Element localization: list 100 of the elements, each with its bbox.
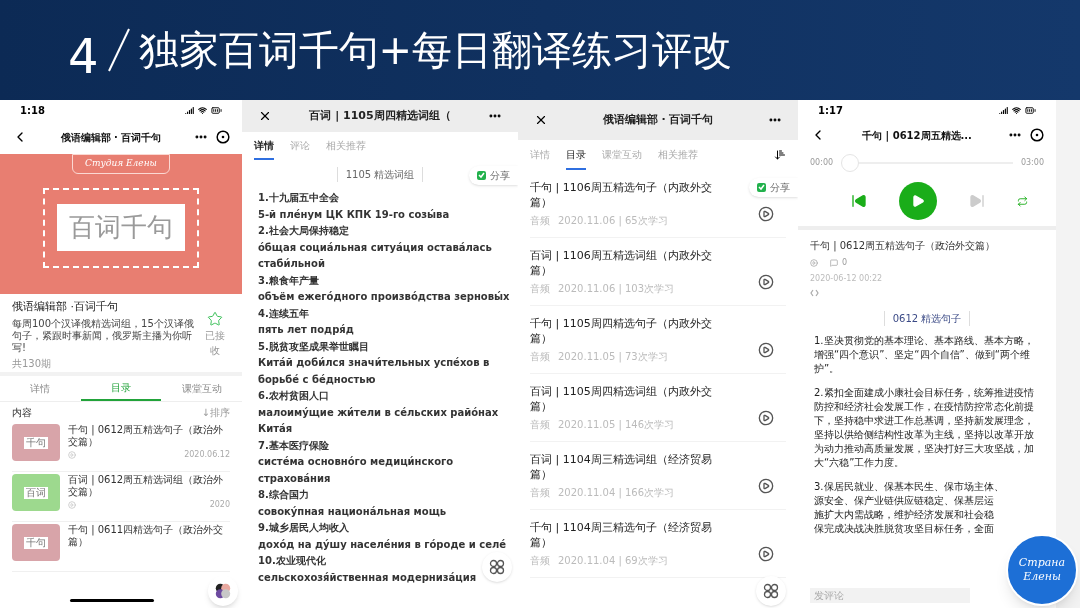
glossary-line: малоиму́щие жи́тели в се́льских райо́нах bbox=[258, 405, 499, 420]
glossary-line: 5.脱贫攻坚成果举世瞩目 bbox=[258, 339, 369, 354]
episode-meta: 2020.11.04 | 69次学习 bbox=[558, 553, 668, 568]
slide-number: 4 bbox=[68, 27, 99, 86]
episode-meta: 2020.11.04 | 166次学习 bbox=[558, 485, 675, 500]
episode-item[interactable]: 千句 千句 | 0611四精选句子（政治外交篇） bbox=[12, 522, 230, 572]
sentence-line: 源安全、保产业链供应链稳定、保基层运 bbox=[814, 494, 994, 508]
thumbnail-label: 百词 bbox=[24, 486, 48, 499]
sentence-line: 施扩大内需战略，维护经济发展和社会稳 bbox=[814, 508, 994, 522]
play-icon[interactable] bbox=[758, 477, 774, 494]
play-button[interactable] bbox=[898, 182, 937, 220]
sentence-paragraph: 1.坚决贯彻党的基本理论、基本路线、基本方略，增强“四个意识”、坚定“四个自信”、做到“两个维护”。 bbox=[814, 334, 1035, 376]
episode-title: 千句 | 1106周五精选句子（内政外交篇） bbox=[530, 179, 712, 210]
sentence-line: 保完成决战决胜脱贫攻坚目标任务，全面 bbox=[814, 522, 994, 536]
glossary-line: сельскохозя́йственная модерниза́ция bbox=[258, 570, 477, 585]
publish-date: 2020-06-12 00:22 bbox=[810, 273, 883, 285]
thumbnail-label: 千句 bbox=[24, 436, 48, 449]
episode-item[interactable]: 百词 百词 | 0612周五精选词组（政治外交篇） 2020 bbox=[12, 472, 230, 522]
glossary-line: 5-й пле́нум ЦК КПК 19-го созы́ва bbox=[258, 207, 450, 222]
glossary-line: о́бщая социа́льная ситуа́ция остава́лась bbox=[258, 240, 492, 255]
section-title: 内容 bbox=[12, 405, 32, 420]
tab[interactable]: 目录 bbox=[566, 140, 586, 170]
slide-title: 独家百词千句+每日翻译练习评改 bbox=[138, 26, 733, 75]
progress-slider[interactable] bbox=[841, 154, 1013, 172]
brand-label: Студия Елены bbox=[72, 154, 170, 174]
episode-title: 千句 | 1105周四精选句子（内政外交篇） bbox=[530, 315, 712, 346]
episode-title: 千句 | 0612周五精选句子（政治外交篇） bbox=[68, 424, 225, 448]
glossary-line: 9.城乡居民人均收入 bbox=[258, 521, 349, 535]
slash-icon bbox=[106, 27, 131, 73]
sentence-paragraph: 2.紧扣全面建成小康社会目标任务，统筹推进疫情防控和经济社会发展工作，在疫情防控常态化前提下，坚持稳中求进工作总基调，坚持新发展理念，坚持以供给侧结构性改革为主线，坚持以改革开放为动力推动高质量发展，坚决打好三大攻坚战，加大“六稳”工作力度。 bbox=[814, 386, 1035, 470]
sentence-line: 3.保居民就业、保基本民生、保市场主体、 bbox=[814, 480, 1004, 494]
course-description: 每周100个汉译俄精选词组，15个汉译俄句子，紧跟时事新闻，俄罗斯主播为你听写! bbox=[12, 317, 195, 354]
battery-icon bbox=[1025, 104, 1036, 116]
floating-menu-button[interactable] bbox=[482, 552, 512, 582]
grid-icon bbox=[763, 583, 779, 599]
comment-icon bbox=[830, 259, 838, 267]
previous-icon[interactable] bbox=[850, 193, 867, 209]
share-button[interactable]: 分享 bbox=[469, 166, 518, 185]
cover-title: 百词千句 bbox=[57, 204, 185, 251]
tab[interactable]: 详情 bbox=[0, 376, 81, 401]
glossary-line: дохо́д на ду́шу населе́ния в го́роде и селе́ bbox=[258, 537, 507, 552]
wifi-icon bbox=[198, 105, 207, 115]
play-count-icon bbox=[68, 451, 76, 459]
status-time: 1:17 bbox=[818, 103, 843, 118]
glossary-line: 4.连续五年 bbox=[258, 306, 309, 321]
tab[interactable]: 详情 bbox=[254, 132, 274, 160]
play-count-icon bbox=[810, 259, 818, 267]
total-time: 03:00 bbox=[1020, 157, 1044, 169]
glossary-line: объём ежего́дного произво́дства зерновы́х bbox=[258, 290, 510, 304]
play-icon[interactable] bbox=[758, 273, 774, 290]
episode-title: 百词 | 0612周五精选词组（政治外交篇） bbox=[68, 474, 225, 498]
episode-title: 百词 | 1104周三精选词组（经济贸易篇） bbox=[530, 451, 712, 482]
episode-title: 千句 | 0611四精选句子（政治外交篇） bbox=[68, 524, 225, 548]
share-icon bbox=[477, 171, 486, 180]
floating-button[interactable] bbox=[208, 576, 238, 606]
episode-count: 共130期 bbox=[12, 356, 53, 371]
comment-count: 0 bbox=[842, 257, 848, 269]
share-button[interactable]: 分享 bbox=[749, 178, 798, 197]
signal-icon bbox=[185, 105, 194, 115]
wifi-icon bbox=[1012, 105, 1021, 115]
glossary-line: Кита́й доби́лся значи́тельных успе́хов в bbox=[258, 356, 490, 370]
play-icon bbox=[910, 194, 925, 208]
close-mini-program-icon[interactable] bbox=[216, 130, 230, 144]
play-icon[interactable] bbox=[758, 545, 774, 562]
glossary-line: 6.农村贫困人口 bbox=[258, 389, 329, 403]
close-mini-program-icon[interactable] bbox=[1030, 128, 1044, 142]
close-icon[interactable] bbox=[534, 113, 548, 127]
share-icon bbox=[757, 183, 766, 192]
play-icon[interactable] bbox=[758, 409, 774, 426]
close-icon[interactable] bbox=[258, 109, 272, 123]
tab[interactable]: 目录 bbox=[80, 376, 162, 401]
page-title: 俄语编辑部 · 百词千句 bbox=[60, 130, 162, 145]
section-heading: 0612 精选句子 bbox=[883, 311, 971, 326]
glossary-line: 3.粮食年产量 bbox=[258, 273, 319, 288]
floating-menu-button[interactable] bbox=[756, 576, 786, 606]
glossary-line: систе́ма основно́го медици́нского bbox=[258, 455, 454, 469]
logo-text: Елены bbox=[1023, 570, 1061, 584]
episode-meta: 2020.11.05 | 73次学习 bbox=[558, 349, 668, 364]
play-icon[interactable] bbox=[758, 205, 774, 222]
battery-icon bbox=[211, 104, 222, 116]
tab[interactable]: 课堂互动 bbox=[161, 376, 242, 401]
page-title: 千句 | 0612周五精选... bbox=[862, 128, 972, 143]
comment-field[interactable]: 发评论 bbox=[810, 588, 970, 603]
episode-item[interactable]: 千句 千句 | 0612周五精选句子（政治外交篇） 2020.06.12 bbox=[12, 422, 230, 472]
status-time: 1:18 bbox=[20, 103, 45, 118]
sort-icon[interactable] bbox=[774, 149, 786, 161]
grid-icon bbox=[489, 559, 505, 575]
section-heading: 1105 精选词组 bbox=[336, 166, 424, 182]
course-title: 俄语编辑部 ·百词千句 bbox=[12, 299, 119, 315]
episode-meta: 2020.11.05 | 146次学习 bbox=[558, 417, 675, 432]
glossary-line: совоку́пная национа́льная мощь bbox=[258, 504, 446, 519]
audio-icon bbox=[810, 289, 819, 297]
glossary-line: пять лет подря́д bbox=[258, 323, 354, 337]
play-icon[interactable] bbox=[758, 341, 774, 358]
glossary-line: 8.综合国力 bbox=[258, 488, 309, 502]
episode-title: 千句 | 0612周五精选句子（政治外交篇） bbox=[810, 239, 996, 253]
glossary-line: 10.农业现代化 bbox=[258, 554, 326, 568]
episode-date: 2020 bbox=[209, 499, 230, 511]
colorful-logo-icon bbox=[214, 582, 232, 600]
play-count-icon bbox=[68, 501, 76, 509]
